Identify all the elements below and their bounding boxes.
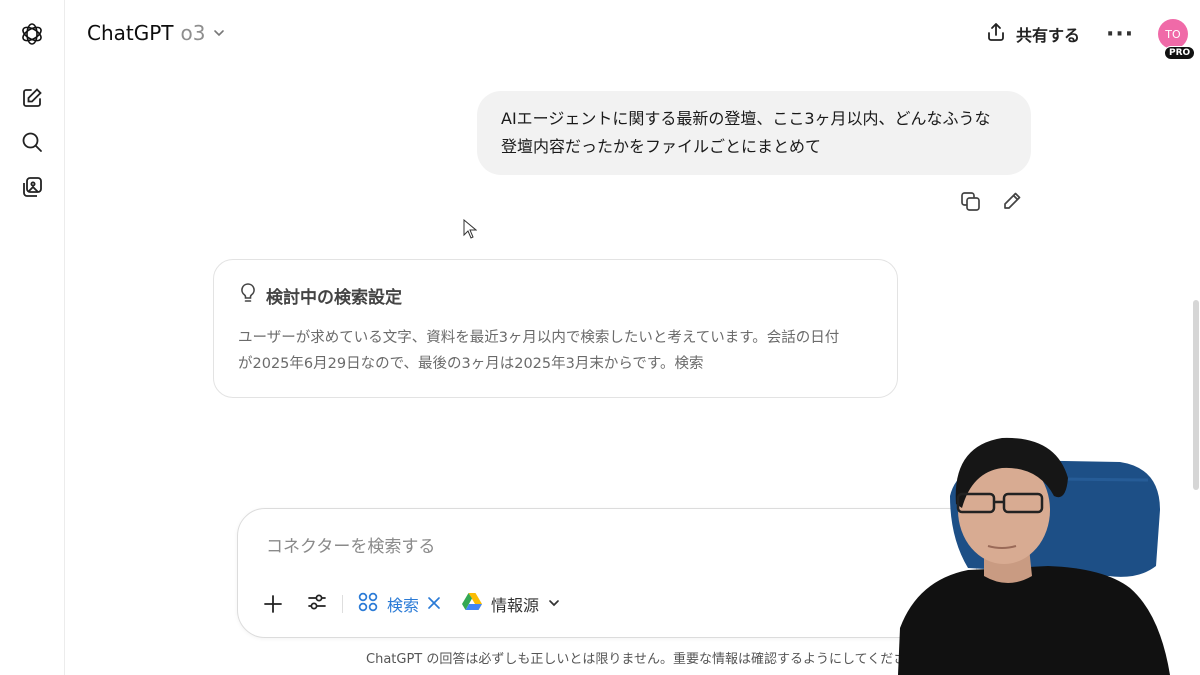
sliders-icon [306,591,328,617]
add-button[interactable] [260,591,286,617]
disclaimer: ChatGPT の回答は必ずしも正しいとは限りません。重要な情報は確認するように… [366,652,933,667]
composer-tools: 検索 情報源 [260,591,561,617]
chevron-down-icon [547,595,561,614]
search-icon[interactable] [19,129,45,155]
share-button[interactable]: 共有する [986,22,1080,46]
chevron-down-icon [212,21,226,45]
model-version: o3 [180,21,206,45]
share-icon [986,22,1006,46]
openai-logo-icon[interactable] [19,21,45,47]
model-name: ChatGPT [87,21,174,45]
composer-input[interactable] [264,533,908,561]
plan-badge: PRO [1164,46,1196,60]
lightbulb-icon [238,282,258,309]
more-options-icon[interactable]: ··· [1106,22,1134,47]
avatar[interactable]: TO [1158,19,1188,49]
copy-icon[interactable] [958,189,982,213]
close-icon[interactable] [427,595,441,614]
model-selector[interactable]: ChatGPT o3 [87,21,226,45]
search-tool-label: 検索 [387,596,420,615]
reasoning-title: 検討中の検索設定 [266,288,402,308]
user-message: AIエージェントに関する最新の登壇、ここ3ヶ月以内、どんなふうな 登壇内容だった… [477,91,1031,175]
composer: 検索 情報源 [237,508,977,638]
tools-button[interactable] [306,591,328,617]
library-icon[interactable] [19,174,45,200]
webcam-overlay [898,418,1200,675]
user-message-line: 登壇内容だったかをファイルごとにまとめて [501,137,822,156]
reasoning-card[interactable]: 検討中の検索設定 ユーザーが求めている文字、資料を最近3ヶ月以内で検索したいと考… [213,259,898,398]
mouse-cursor-icon [463,218,478,243]
reasoning-text-line: ユーザーが求めている文字、資料を最近3ヶ月以内で検索したいと考えています。会話の… [238,330,840,346]
source-selector[interactable]: 情報源 [461,592,561,616]
sidebar-rail [0,0,65,675]
message-actions [958,189,1024,213]
connector-icon [357,591,379,617]
new-chat-icon[interactable] [19,85,45,111]
search-tool-pill[interactable]: 検索 [357,591,441,617]
google-drive-icon [461,592,483,616]
divider [342,595,343,613]
source-label: 情報源 [491,596,540,615]
edit-icon[interactable] [1000,189,1024,213]
share-label: 共有する [1016,26,1081,45]
user-message-line: AIエージェントに関する最新の登壇、ここ3ヶ月以内、どんなふうな [501,109,991,128]
reasoning-text-line: が2025年6月29日なので、最後の3ヶ月は2025年3月末からです。検索 [238,356,704,372]
